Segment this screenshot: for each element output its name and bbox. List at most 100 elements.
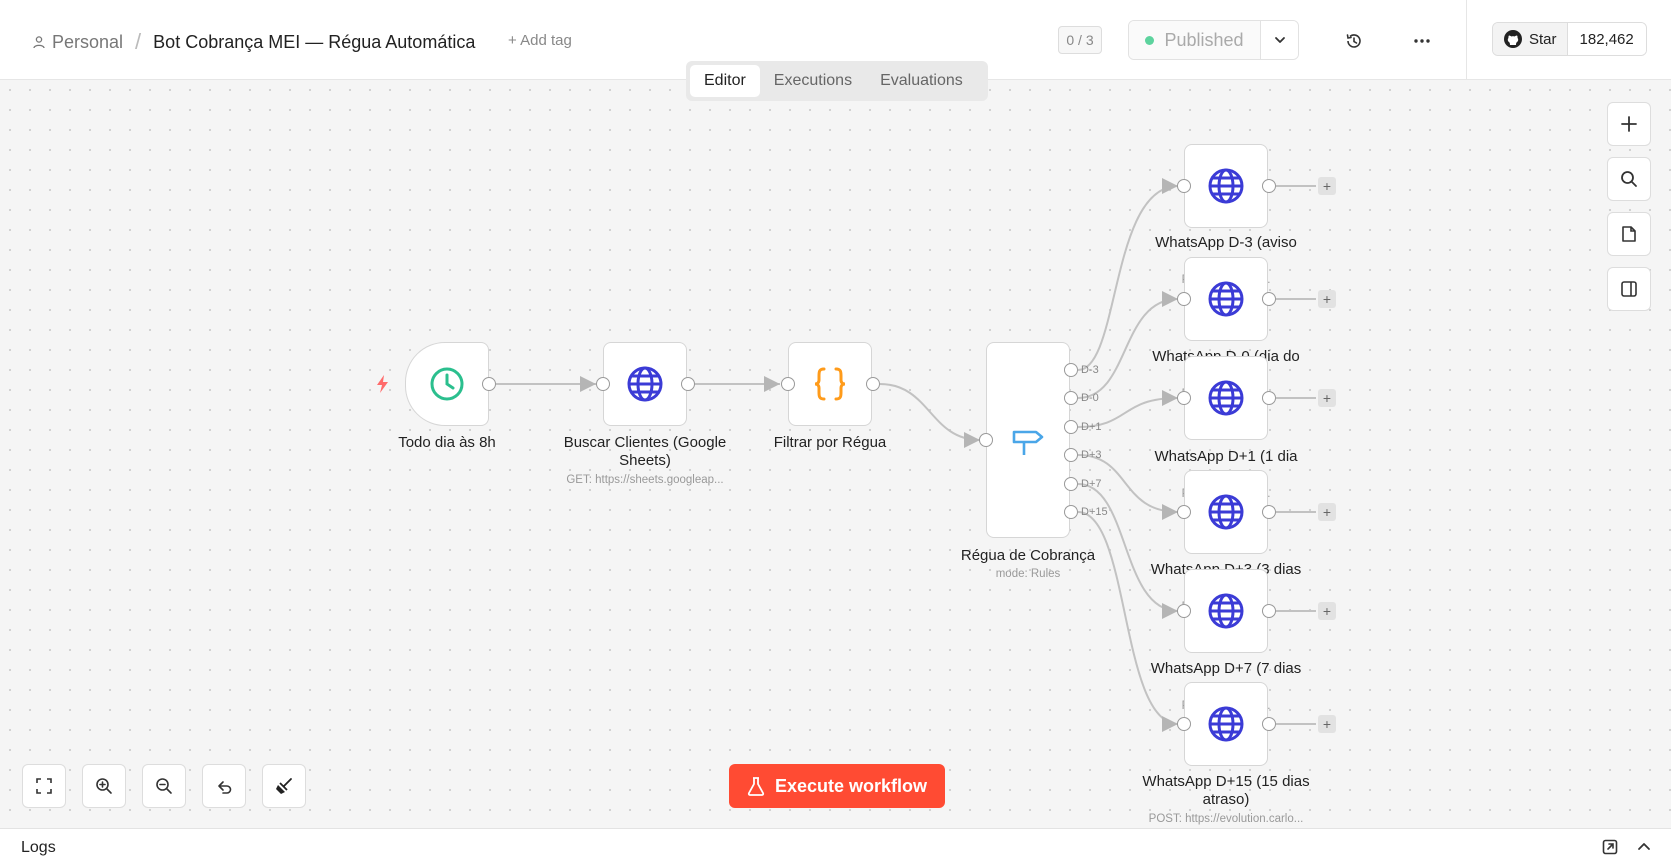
- node-switch-regua[interactable]: [986, 342, 1070, 538]
- input-handle[interactable]: [781, 377, 795, 391]
- fit-view-button[interactable]: [22, 764, 66, 808]
- broom-icon: [276, 778, 292, 794]
- output-handle[interactable]: [1262, 604, 1276, 618]
- tab-editor[interactable]: Editor: [690, 65, 760, 97]
- publish-control: Published: [1128, 20, 1299, 60]
- output-handle-d0[interactable]: [1064, 391, 1078, 405]
- undo-icon: [218, 781, 232, 794]
- output-handle[interactable]: [1262, 292, 1276, 306]
- add-node-button[interactable]: +: [1318, 602, 1336, 620]
- ellipsis-icon: [1414, 39, 1430, 43]
- github-star-count: 182,462: [1567, 23, 1646, 55]
- toggle-panel-button[interactable]: [1607, 267, 1651, 311]
- search-nodes-button[interactable]: [1607, 157, 1651, 201]
- output-label: D-0: [1081, 392, 1099, 404]
- output-handle[interactable]: [1262, 505, 1276, 519]
- workflow-name[interactable]: Bot Cobrança MEI — Régua Automática: [153, 32, 475, 53]
- node-http-whatsapp-d15[interactable]: [1184, 682, 1268, 766]
- output-handle[interactable]: [1262, 391, 1276, 405]
- input-handle[interactable]: [1177, 717, 1191, 731]
- node-label: Todo dia às 8h: [398, 434, 496, 451]
- history-button[interactable]: [1340, 27, 1368, 55]
- node-schedule-trigger[interactable]: [405, 342, 489, 426]
- node-http-whatsapp-d3[interactable]: [1184, 470, 1268, 554]
- node-label: Régua de Cobrança: [960, 547, 1096, 564]
- chevron-down-icon: [1274, 37, 1285, 43]
- zoom-in-icon: [96, 778, 112, 794]
- input-handle[interactable]: [1177, 179, 1191, 193]
- add-node-button[interactable]: +: [1318, 389, 1336, 407]
- globe-icon: [1208, 593, 1244, 629]
- breadcrumb-project-label: Personal: [52, 31, 124, 52]
- logs-panel: Logs: [0, 828, 1671, 865]
- tab-executions[interactable]: Executions: [760, 65, 866, 97]
- clock-icon: [430, 367, 464, 401]
- globe-icon: [1208, 706, 1244, 742]
- globe-icon: [1208, 281, 1244, 317]
- publish-dropdown-button[interactable]: [1261, 21, 1298, 59]
- input-handle[interactable]: [1177, 604, 1191, 618]
- zoom-in-button[interactable]: [82, 764, 126, 808]
- add-node-button[interactable]: +: [1318, 503, 1336, 521]
- input-handle[interactable]: [1177, 391, 1191, 405]
- output-handle[interactable]: [681, 377, 695, 391]
- add-node-button[interactable]: +: [1318, 177, 1336, 195]
- add-node-panel-button[interactable]: [1607, 102, 1651, 146]
- execute-workflow-button[interactable]: Execute workflow: [729, 764, 945, 808]
- publish-button[interactable]: Published: [1129, 21, 1261, 59]
- chevron-up-icon[interactable]: [1636, 839, 1652, 855]
- globe-icon: [1208, 168, 1244, 204]
- output-handle[interactable]: [482, 377, 496, 391]
- node-http-whatsapp-d7[interactable]: [1184, 569, 1268, 653]
- node-http-whatsapp-d0[interactable]: [1184, 257, 1268, 341]
- node-http-whatsapp-d1[interactable]: [1184, 356, 1268, 440]
- output-handle-d-3[interactable]: [1064, 363, 1078, 377]
- header-divider: [1466, 0, 1467, 80]
- output-handle-d3[interactable]: [1064, 448, 1078, 462]
- add-tag-button[interactable]: + Add tag: [508, 32, 572, 49]
- published-status-dot: [1145, 35, 1155, 45]
- node-subtitle: GET: https://sheets.googleap...: [566, 474, 724, 486]
- zoom-out-button[interactable]: [142, 764, 186, 808]
- output-handle[interactable]: [866, 377, 880, 391]
- github-icon: [1504, 30, 1522, 48]
- node-label: Filtrar por Régua: [773, 434, 887, 451]
- node-label: WhatsApp D+15 (15 dias atraso): [1142, 773, 1310, 808]
- edge-d15: [1077, 511, 1179, 732]
- node-http-whatsapp-d-3[interactable]: [1184, 144, 1268, 228]
- input-handle[interactable]: [596, 377, 610, 391]
- github-star-label: Star: [1529, 30, 1557, 48]
- output-handle[interactable]: [1262, 179, 1276, 193]
- output-handle-d1[interactable]: [1064, 420, 1078, 434]
- github-star-button[interactable]: Star: [1493, 23, 1568, 55]
- breadcrumb: Personal / Bot Cobrança MEI — Régua Auto…: [32, 29, 475, 55]
- workflow-canvas[interactable]: Todo dia às 8h Buscar Clientes (Google S…: [0, 80, 1671, 828]
- pop-out-icon[interactable]: [1602, 839, 1618, 855]
- node-code-filtrar[interactable]: [788, 342, 872, 426]
- output-handle[interactable]: [1262, 717, 1276, 731]
- tidy-up-button[interactable]: [262, 764, 306, 808]
- input-handle[interactable]: [979, 433, 993, 447]
- logs-title[interactable]: Logs: [21, 839, 56, 857]
- input-handle[interactable]: [1177, 505, 1191, 519]
- output-handle-d15[interactable]: [1064, 505, 1078, 519]
- node-http-buscar-clientes[interactable]: [603, 342, 687, 426]
- github-star-widget: Star 182,462: [1492, 22, 1647, 56]
- more-options-button[interactable]: [1408, 27, 1436, 55]
- node-label: WhatsApp D+1 (1 dia: [1154, 448, 1298, 465]
- globe-icon: [1208, 494, 1244, 530]
- add-node-button[interactable]: +: [1318, 290, 1336, 308]
- output-label: D+1: [1081, 421, 1102, 433]
- reset-zoom-button[interactable]: [202, 764, 246, 808]
- breadcrumb-project[interactable]: Personal: [32, 32, 123, 53]
- node-subtitle: mode: Rules: [995, 568, 1061, 580]
- tab-evaluations[interactable]: Evaluations: [866, 65, 977, 97]
- input-handle[interactable]: [1177, 292, 1191, 306]
- code-braces-icon: [814, 367, 846, 401]
- signpost-icon: [1012, 430, 1044, 455]
- add-node-button[interactable]: +: [1318, 715, 1336, 733]
- user-icon: [33, 36, 45, 49]
- node-label: WhatsApp D+7 (7 dias: [1150, 660, 1302, 677]
- output-handle-d7[interactable]: [1064, 477, 1078, 491]
- sticky-note-button[interactable]: [1607, 212, 1651, 256]
